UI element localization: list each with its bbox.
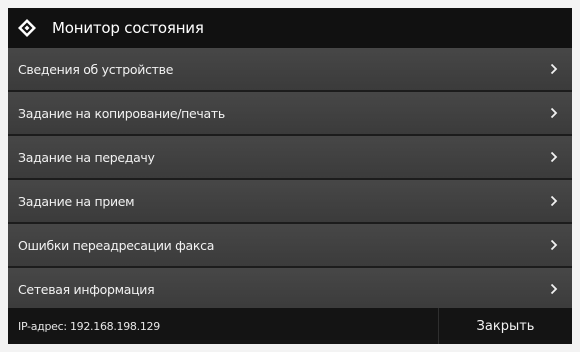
menu-item-label: Сведения об устройстве xyxy=(18,61,174,77)
menu-list: Сведения об устройстве Задание на копиро… xyxy=(8,48,572,312)
footer-bar: IP-адрес: 192.168.198.129 Закрыть xyxy=(8,308,572,344)
chevron-right-icon xyxy=(550,106,560,120)
chevron-right-icon xyxy=(550,282,560,296)
menu-item-device-info[interactable]: Сведения об устройстве xyxy=(8,48,572,90)
menu-item-label: Задание на передачу xyxy=(18,149,155,165)
menu-item-receive-job[interactable]: Задание на прием xyxy=(8,180,572,222)
chevron-right-icon xyxy=(550,150,560,164)
menu-item-copy-print-job[interactable]: Задание на копирование/печать xyxy=(8,92,572,134)
menu-item-label: Сетевая информация xyxy=(18,281,155,297)
status-monitor-icon xyxy=(16,17,38,39)
menu-item-label: Задание на прием xyxy=(18,193,135,209)
status-monitor-screen: Монитор состояния Сведения об устройстве… xyxy=(8,8,572,344)
menu-item-network-info[interactable]: Сетевая информация xyxy=(8,268,572,310)
ip-address-text: IP-адрес: 192.168.198.129 xyxy=(18,319,160,333)
menu-item-fax-forward-errors[interactable]: Ошибки переадресации факса xyxy=(8,224,572,266)
title-bar: Монитор состояния xyxy=(8,8,572,48)
chevron-right-icon xyxy=(550,194,560,208)
menu-item-label: Задание на копирование/печать xyxy=(18,105,225,121)
menu-item-send-job[interactable]: Задание на передачу xyxy=(8,136,572,178)
menu-item-label: Ошибки переадресации факса xyxy=(18,237,215,253)
page-title: Монитор состояния xyxy=(52,19,204,37)
chevron-right-icon xyxy=(550,62,560,76)
chevron-right-icon xyxy=(550,238,560,252)
close-button[interactable]: Закрыть xyxy=(438,308,572,344)
